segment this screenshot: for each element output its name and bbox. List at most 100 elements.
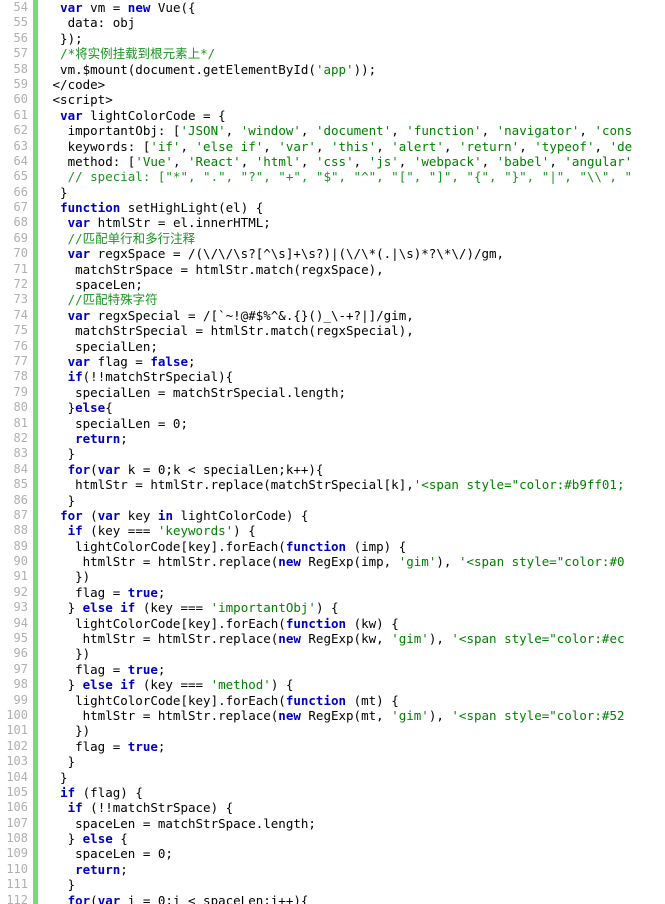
code-line[interactable]: } xyxy=(38,754,665,769)
code-line[interactable]: var lightColorCode = { xyxy=(38,108,665,123)
code-content-area[interactable]: var vm = new Vue({ data: obj }); /*将实例挂载… xyxy=(38,0,665,904)
code-line[interactable]: /*将实例挂载到根元素上*/ xyxy=(38,46,665,61)
token-plain: ; xyxy=(188,353,196,369)
token-str: 'return' xyxy=(459,138,520,154)
code-line[interactable]: htmlStr = htmlStr.replace(new RegExp(kw,… xyxy=(38,631,665,646)
code-line[interactable]: function setHighLight(el) { xyxy=(38,200,665,215)
code-line[interactable]: for(var i = 0;i < spaceLen;i++){ xyxy=(38,893,665,904)
code-editor[interactable]: 54 55 56 57 58 59 60 61 62 63 64 65 66 67 68 69 70 71 72 73… xyxy=(0,0,665,904)
token-plain: method: [ xyxy=(45,153,136,169)
token-str: '<span style="color:#ec xyxy=(451,631,625,647)
code-line[interactable]: if (key === 'keywords') { xyxy=(38,523,665,538)
code-line[interactable]: spaceLen = 0; xyxy=(38,846,665,861)
token-plain: ; xyxy=(120,861,128,877)
code-line[interactable]: } xyxy=(38,446,665,461)
code-line[interactable]: vm.$mount(document.getElementById('app')… xyxy=(38,62,665,77)
token-plain: , xyxy=(376,138,392,154)
code-line[interactable]: specialLen = matchStrSpecial.length; xyxy=(38,385,665,400)
token-plain: ) { xyxy=(315,600,339,616)
code-line[interactable]: return; xyxy=(38,431,665,446)
code-line[interactable]: } xyxy=(38,770,665,785)
code-line[interactable]: lightColorCode[key].forEach(function (mt… xyxy=(38,693,665,708)
code-line[interactable]: } xyxy=(38,877,665,892)
line-number: 71 xyxy=(13,261,28,276)
code-line[interactable]: //匹配单行和多行注释 xyxy=(38,231,665,246)
line-number: 106 xyxy=(6,800,28,815)
code-line[interactable]: htmlStr = htmlStr.replace(matchStrSpecia… xyxy=(38,477,665,492)
token-plain: }) xyxy=(45,723,91,739)
code-line[interactable]: htmlStr = htmlStr.replace(new RegExp(imp… xyxy=(38,554,665,569)
code-line[interactable]: data: obj xyxy=(38,15,665,30)
code-line[interactable]: } xyxy=(38,185,665,200)
token-str: 'cons xyxy=(594,123,633,139)
code-line[interactable]: lightColorCode[key].forEach(function (im… xyxy=(38,539,665,554)
code-line[interactable]: return; xyxy=(38,862,665,877)
code-line[interactable]: // special: ["*", ".", "?", "+", "$", "^… xyxy=(38,169,665,184)
line-number: 69 xyxy=(13,230,28,245)
token-kw: var xyxy=(67,307,91,323)
code-line[interactable]: flag = true; xyxy=(38,585,665,600)
code-line[interactable]: specialLen = 0; xyxy=(38,416,665,431)
code-line[interactable]: spaceLen = matchStrSpace.length; xyxy=(38,816,665,831)
code-line[interactable]: <script> xyxy=(38,92,665,107)
code-line[interactable]: } else if (key === 'method') { xyxy=(38,677,665,692)
line-number: 74 xyxy=(13,307,28,322)
code-line[interactable]: var htmlStr = el.innerHTML; xyxy=(38,215,665,230)
line-number: 68 xyxy=(13,215,28,230)
code-line[interactable]: }) xyxy=(38,569,665,584)
code-line[interactable]: keywords: ['if', 'else if', 'var', 'this… xyxy=(38,139,665,154)
token-plain: (imp) { xyxy=(346,538,407,554)
code-line[interactable]: }) xyxy=(38,646,665,661)
code-line[interactable]: matchStrSpace = htmlStr.match(regxSpace)… xyxy=(38,262,665,277)
token-plain: specialLen = 0; xyxy=(45,415,188,431)
code-line[interactable]: spaceLen; xyxy=(38,277,665,292)
token-plain: regxSpace = /(\/\/\s?[^\s]+\s?)|(\/\*(.|… xyxy=(90,246,505,262)
code-line[interactable]: flag = true; xyxy=(38,662,665,677)
code-line[interactable]: }); xyxy=(38,31,665,46)
code-line[interactable]: var flag = false; xyxy=(38,354,665,369)
line-number: 99 xyxy=(13,692,28,707)
token-kw: var xyxy=(67,215,91,231)
code-line[interactable]: lightColorCode[key].forEach(function (kw… xyxy=(38,616,665,631)
code-line[interactable]: if (flag) { xyxy=(38,785,665,800)
token-kw: for xyxy=(67,892,91,904)
line-number: 105 xyxy=(6,784,28,799)
token-plain: } xyxy=(45,446,76,462)
token-plain: ( xyxy=(90,892,98,904)
code-line[interactable]: if(!!matchStrSpecial){ xyxy=(38,369,665,384)
code-line[interactable]: matchStrSpecial = htmlStr.match(regxSpec… xyxy=(38,323,665,338)
code-line[interactable]: if (!!matchStrSpace) { xyxy=(38,800,665,815)
code-line[interactable]: //匹配特殊字符 xyxy=(38,292,665,307)
code-line[interactable]: var regxSpecial = /[`~!@#$%^&.{}()_\-+?|… xyxy=(38,308,665,323)
line-number: 96 xyxy=(13,646,28,661)
code-line[interactable]: method: ['Vue', 'React', 'html', 'css', … xyxy=(38,154,665,169)
code-line[interactable]: </code> xyxy=(38,77,665,92)
token-plain: lightColorCode[key].forEach( xyxy=(45,615,286,631)
code-line[interactable]: for(var k = 0;k < specialLen;k++){ xyxy=(38,462,665,477)
code-line[interactable]: htmlStr = htmlStr.replace(new RegExp(mt,… xyxy=(38,708,665,723)
token-cmt: // special: ["*", ".", "?", "+", "$", "^… xyxy=(67,169,633,185)
code-line[interactable]: } xyxy=(38,493,665,508)
token-kw: true xyxy=(127,661,158,677)
code-line[interactable]: }) xyxy=(38,723,665,738)
token-str: 'function' xyxy=(406,123,482,139)
code-line[interactable]: var regxSpace = /(\/\/\s?[^\s]+\s?)|(\/\… xyxy=(38,246,665,261)
code-line[interactable]: } else { xyxy=(38,831,665,846)
code-line[interactable]: var vm = new Vue({ xyxy=(38,0,665,15)
code-line[interactable]: }else{ xyxy=(38,400,665,415)
token-plain: spaceLen = matchStrSpace.length; xyxy=(45,815,316,831)
token-plain: ; xyxy=(157,738,166,754)
token-plain: <script> xyxy=(45,92,113,108)
code-line[interactable]: flag = true; xyxy=(38,739,665,754)
code-line[interactable]: } else if (key === 'importantObj') { xyxy=(38,600,665,615)
code-line[interactable]: specialLen; xyxy=(38,339,665,354)
code-line[interactable]: for (var key in lightColorCode) { xyxy=(38,508,665,523)
token-plain: specialLen = matchStrSpecial.length; xyxy=(45,384,347,400)
code-line[interactable]: importantObj: ['JSON', 'window', 'docume… xyxy=(38,123,665,138)
token-kw: new xyxy=(278,631,301,647)
token-kw: new xyxy=(278,554,301,570)
token-plain: ), xyxy=(428,631,452,647)
